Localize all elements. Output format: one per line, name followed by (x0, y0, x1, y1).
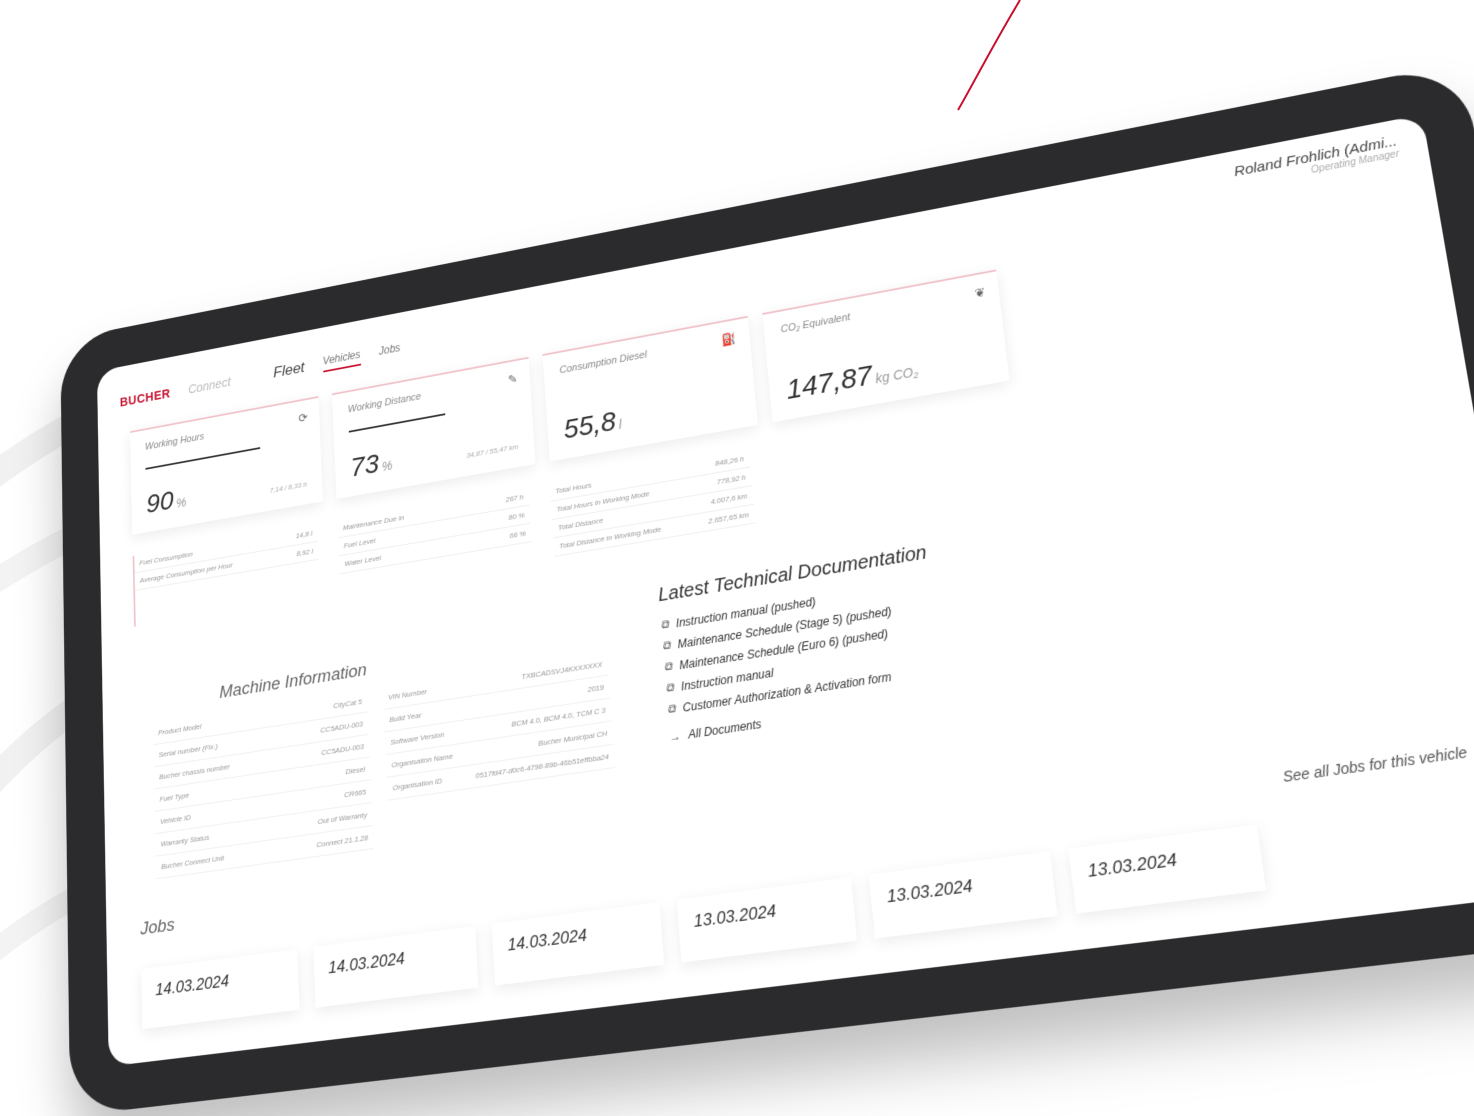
see-all-jobs-link[interactable]: See all Jobs for this vehicle → (1282, 741, 1474, 785)
kpi-value: 73% (349, 448, 393, 483)
arrow-right-icon: → (668, 728, 682, 745)
brand-product: Connect (187, 374, 231, 397)
stats-column-totals: Total Hours 848,26 h Total Hours in Worki… (549, 448, 756, 557)
fuel-pump-icon: ⛽ (721, 330, 738, 348)
fleet-dropdown[interactable]: Fleet (273, 359, 305, 382)
leaf-icon: ❦ (973, 284, 986, 301)
kpi-working-hours[interactable]: Working Hours ⟳ 90% 7,14 / 8,33 h (130, 396, 323, 535)
kpi-value: 55,8l (562, 406, 623, 446)
ruler-icon: ✎ (507, 371, 518, 387)
kpi-note: 34,87 / 55,47 km (466, 442, 519, 460)
kpi-title: Working Hours (144, 431, 205, 453)
job-card[interactable]: 13.03.2024 (868, 851, 1058, 939)
brand-logo[interactable]: BUCHER (120, 386, 171, 409)
kpi-note: 7,14 / 8,33 h (269, 480, 308, 495)
gauge-icon: ⟳ (298, 410, 308, 426)
technical-documentation: Latest Technical Documentation ⧉ Instruct… (657, 520, 1080, 751)
kpi-title: CO₂ Equivalent (780, 311, 851, 336)
kpi-value: 147,87kg CO₂ (785, 359, 919, 406)
kpi-working-distance[interactable]: Working Distance ✎ 73% 34,87 / 55,47 km (331, 356, 536, 499)
progress-bar (348, 413, 446, 433)
external-link-icon: ⧉ (666, 701, 676, 717)
job-card[interactable]: 14.03.2024 (491, 901, 665, 986)
external-link-icon: ⧉ (660, 617, 670, 632)
external-link-icon: ⧉ (661, 637, 671, 653)
job-card[interactable]: 13.03.2024 (676, 876, 858, 963)
section-title: Jobs (140, 914, 175, 940)
kpi-consumption-diesel[interactable]: Consumption Diesel ⛽ 55,8l (542, 315, 758, 462)
kpi-title: Working Distance (347, 391, 422, 416)
kpi-title: Consumption Diesel (559, 349, 648, 377)
external-link-icon: ⧉ (663, 659, 673, 674)
job-card[interactable]: 14.03.2024 (313, 925, 479, 1008)
arrow-right-icon: → (1469, 740, 1474, 761)
kpi-value: 90% (145, 485, 187, 520)
tab-jobs[interactable]: Jobs (379, 341, 401, 361)
tab-vehicles[interactable]: Vehicles (322, 348, 361, 373)
machine-info-left: Product Model CityCat 5 Serial number (Fi… (152, 689, 375, 880)
progress-bar (145, 447, 260, 470)
machine-info-right: VIN Number TXBCADSVJ4KXXXXXX Build Year 20… (382, 652, 618, 847)
stats-column-levels: Maintenance Due in 267 h Fuel Level 80 % W… (337, 487, 533, 592)
kpi-co2-equivalent[interactable]: CO₂ Equivalent ❦ 147,87kg CO₂ (762, 269, 1010, 423)
job-card[interactable]: 13.03.2024 (1068, 824, 1267, 914)
job-card[interactable]: 14.03.2024 (141, 948, 300, 1030)
external-link-icon: ⧉ (665, 680, 675, 695)
stats-column-consumption: Fuel Consumption 14,8 l Average Consumpti… (132, 523, 321, 627)
machine-information: Machine Information Product Model CityCat… (152, 622, 619, 880)
